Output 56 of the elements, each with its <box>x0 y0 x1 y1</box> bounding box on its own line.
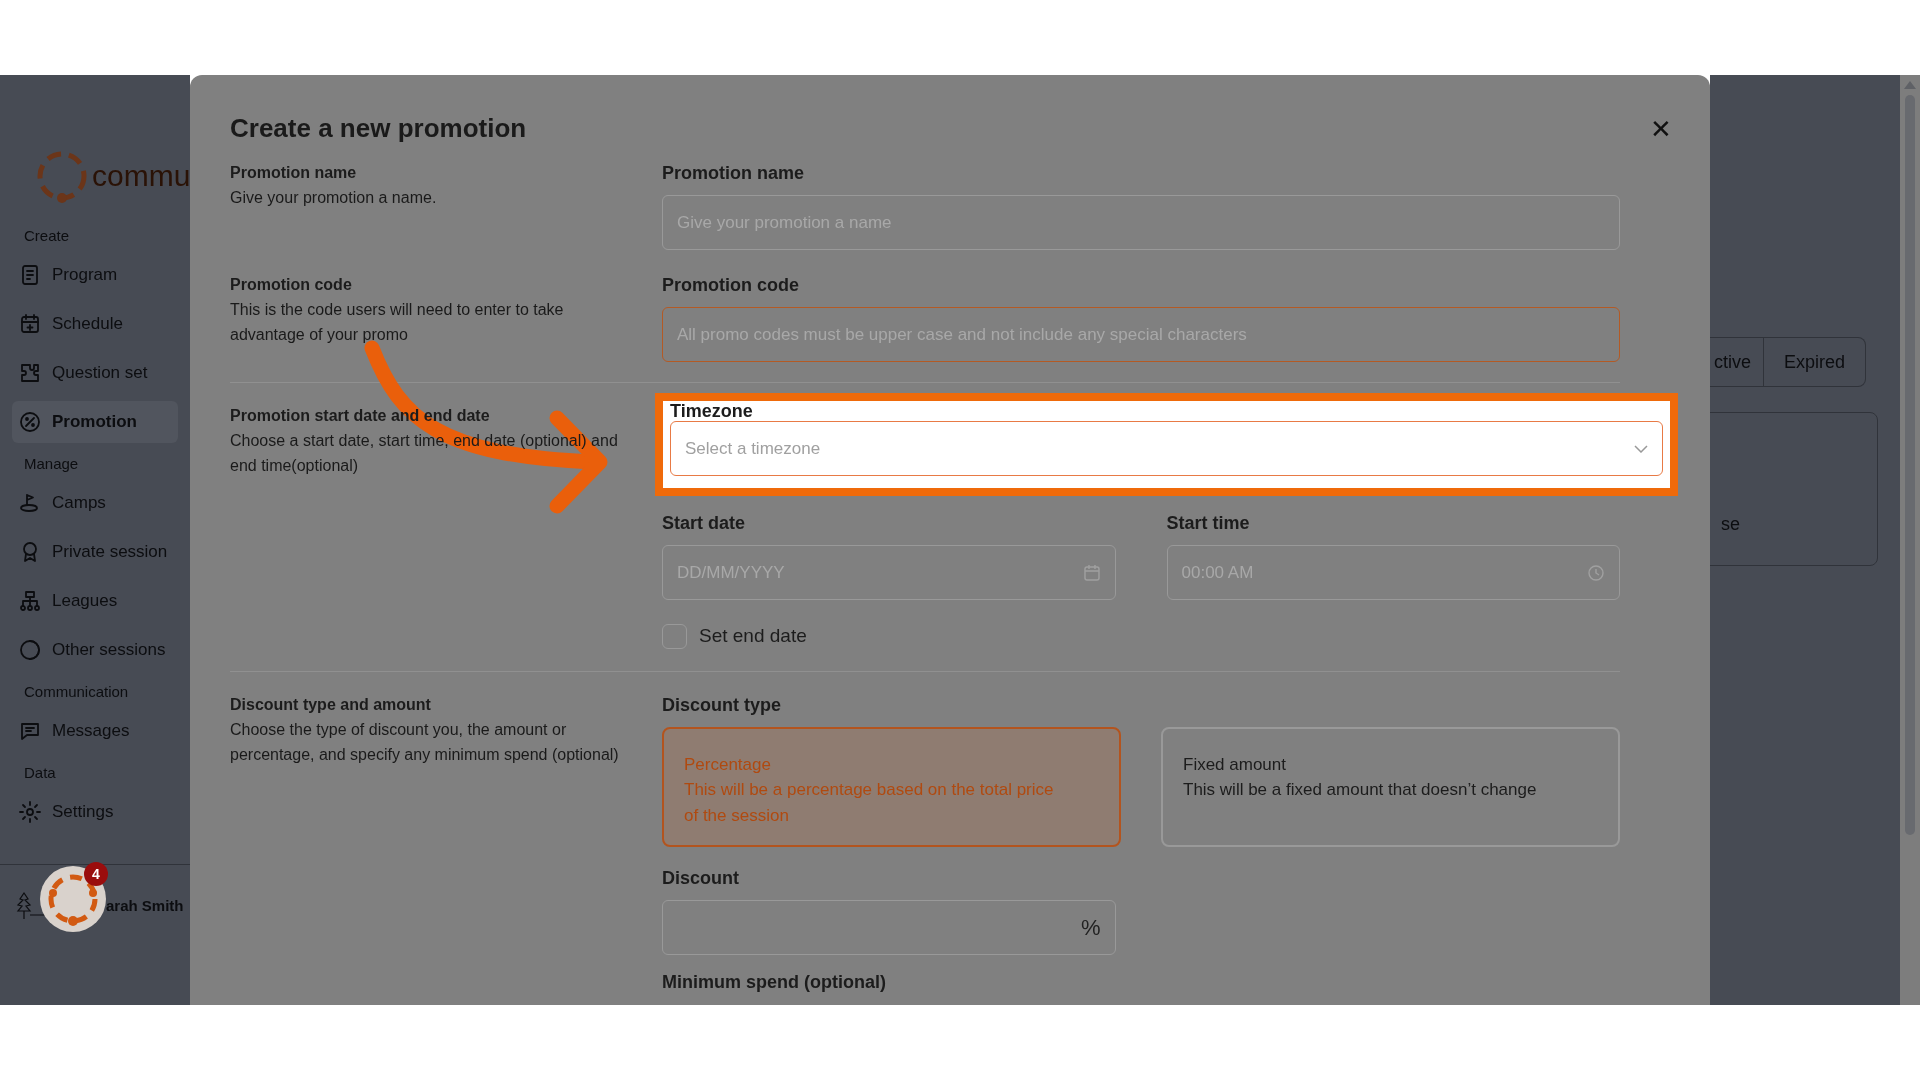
field-label: Start date <box>662 512 747 535</box>
puzzle-icon <box>18 361 42 385</box>
percent-suffix: % <box>1080 913 1101 942</box>
option-description: This will be a fixed amount that doesn’t change <box>1183 778 1538 801</box>
field-label: Minimum spend (optional) <box>662 970 887 994</box>
section-description: Choose the type of discount you, the amount or percentage, and specify any minimum spend (optional) <box>230 719 620 765</box>
checkbox[interactable] <box>662 623 687 649</box>
modal-title: Create a new promotion <box>230 112 527 145</box>
section-heading: Create <box>23 226 71 246</box>
field-label: Start time <box>1166 512 1251 535</box>
filter-tab[interactable]: Expired <box>1763 338 1866 386</box>
field-label: Discount type <box>662 693 782 717</box>
discount-input[interactable]: % <box>662 899 1116 955</box>
sidebar-item[interactable]: Schedule <box>12 303 178 345</box>
option-title: Percentage <box>684 753 772 776</box>
section-title: Discount type and amount <box>230 694 432 715</box>
logo-text: commu <box>92 161 190 191</box>
percent-icon <box>18 410 42 434</box>
section-title: Promotion name <box>230 163 358 183</box>
scroll-up-arrow-icon[interactable] <box>1904 81 1916 89</box>
sidebar-item[interactable]: Other sessions <box>12 629 178 671</box>
section-heading: Communication <box>23 682 130 702</box>
chevron-down-icon <box>1634 444 1648 453</box>
sidebar-item[interactable]: Settings <box>12 791 178 833</box>
section-heading: Manage <box>23 454 80 474</box>
discount-type-option[interactable]: Fixed amount This will be a fixed amount that doesn’t change <box>1161 726 1620 847</box>
field-label: Timezone <box>670 401 754 421</box>
field-label: Promotion name <box>662 162 805 185</box>
section-description: This is the code users will need to enter to take advantage of your promo <box>230 300 565 345</box>
sidebar-item[interactable]: Camps <box>12 482 178 524</box>
section-description: Give your promotion a name. <box>230 188 438 208</box>
option-title: Fixed amount <box>1183 753 1287 776</box>
sidebar-item[interactable]: Messages <box>12 710 178 752</box>
filter-tab[interactable]: ctive <box>1710 338 1763 386</box>
close-button[interactable]: ✕ <box>1650 115 1672 142</box>
clock-icon <box>1587 563 1605 582</box>
scrollbar[interactable] <box>1900 75 1920 1005</box>
calendar-icon <box>18 312 42 336</box>
settings-icon <box>18 800 42 824</box>
discount-type-option[interactable]: Percentage This will be a percentage based on the total price of the session <box>662 726 1121 847</box>
calendar-icon <box>1082 563 1101 582</box>
option-description: This will be a percentage based on the total price of the session <box>684 778 1055 827</box>
section-heading: Data <box>23 763 57 783</box>
sidebar-item[interactable]: Private session <box>12 531 178 573</box>
sidebar-item[interactable]: Question set <box>12 352 178 394</box>
sidebar-item[interactable]: Leagues <box>12 580 178 622</box>
section-title: Promotion code <box>230 275 353 295</box>
field-label: Discount <box>662 866 740 890</box>
checkbox-label: Set end date <box>699 624 807 648</box>
field-label: Promotion code <box>662 274 800 297</box>
timezone-select[interactable]: Select a timezone <box>670 421 1663 476</box>
sidebar-item[interactable]: Promotion <box>12 401 178 443</box>
hierarchy-icon <box>18 589 42 613</box>
user-name: arah Smith <box>106 895 184 916</box>
sidebar-item[interactable]: Program <box>12 254 178 296</box>
card-text: se <box>1721 513 1740 536</box>
